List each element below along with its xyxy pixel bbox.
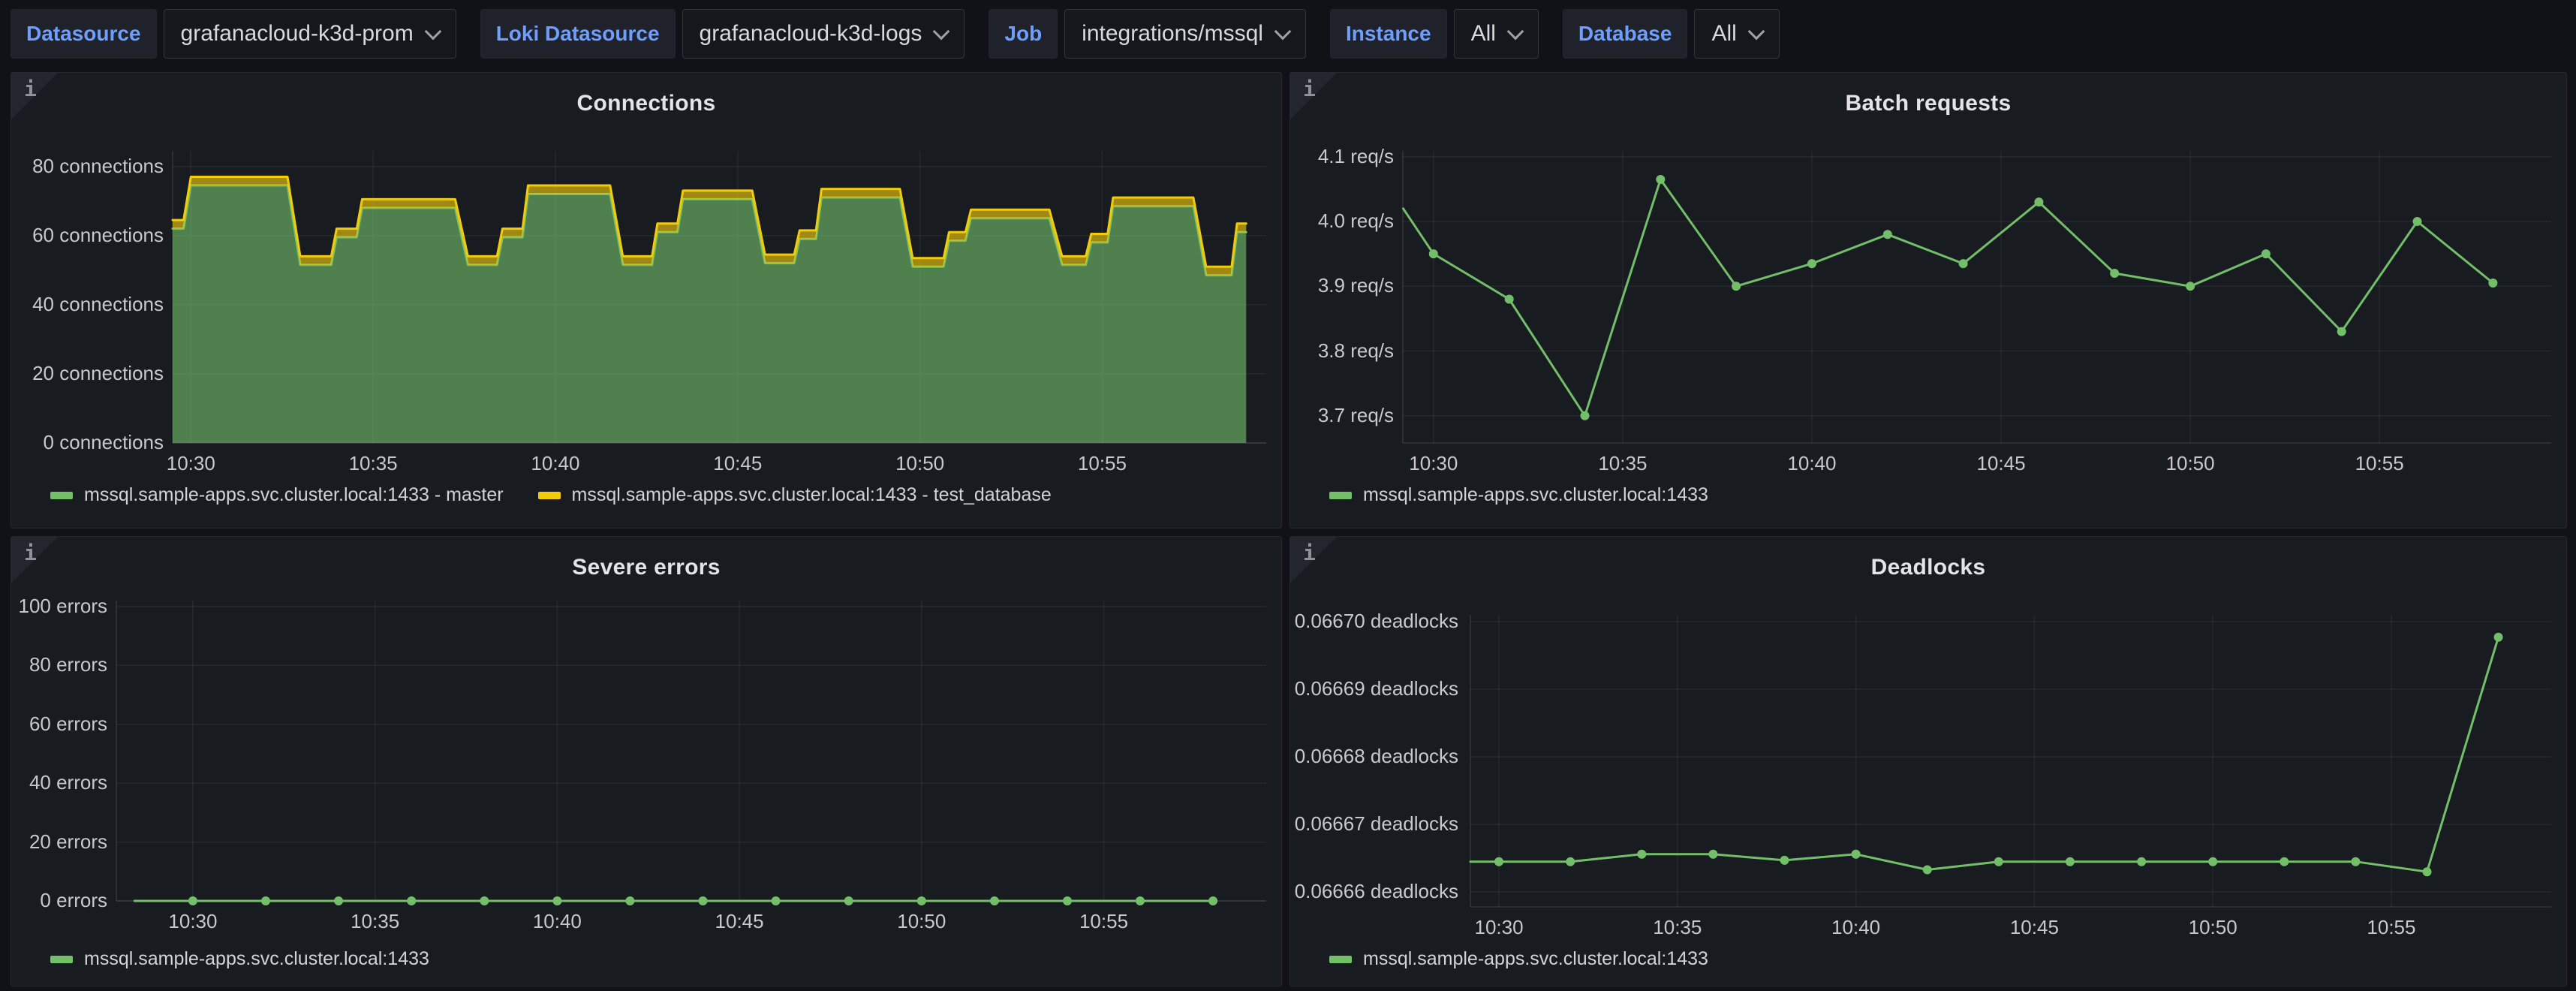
- x-axis-tick-label: 10:50: [2188, 916, 2237, 938]
- dashboard-variables-toolbar: Datasource grafanacloud-k3d-prom Loki Da…: [11, 9, 1780, 59]
- y-axis-tick-label: 20 errors: [29, 830, 107, 853]
- x-axis-tick-label: 10:30: [168, 910, 218, 932]
- panel-deadlocks: i Deadlocks mssql.sample-apps.svc.cluste…: [1290, 536, 2567, 986]
- x-axis-tick-label: 10:45: [2009, 916, 2059, 938]
- y-axis-tick-label: 4.1 req/s: [1317, 144, 1394, 167]
- y-axis-tick-label: 80 errors: [29, 653, 107, 676]
- x-axis-tick-label: 10:35: [1598, 452, 1648, 474]
- job-select[interactable]: integrations/mssql: [1064, 9, 1306, 59]
- legend-item[interactable]: mssql.sample-apps.svc.cluster.local:1433: [1329, 484, 1708, 506]
- y-axis-tick-label: 60 errors: [29, 712, 107, 735]
- x-axis-tick-label: 10:45: [715, 910, 764, 932]
- database-select[interactable]: All: [1694, 9, 1780, 59]
- legend-swatch-green: [1329, 491, 1352, 499]
- filter-group-datasource: Datasource grafanacloud-k3d-prom: [11, 9, 456, 59]
- x-axis-tick-label: 10:50: [897, 910, 946, 932]
- filter-group-job: Job integrations/mssql: [989, 9, 1306, 59]
- y-axis-tick-label: 4.0 req/s: [1317, 209, 1394, 232]
- loki-datasource-value: grafanacloud-k3d-logs: [699, 21, 922, 46]
- x-axis-tick-label: 10:50: [2165, 452, 2215, 474]
- x-axis-tick-label: 10:55: [1077, 452, 1127, 474]
- grafana-dashboard: Datasource grafanacloud-k3d-prom Loki Da…: [0, 0, 2576, 991]
- y-axis-tick-label: 0.06669 deadlocks: [1294, 676, 1458, 700]
- x-axis-tick-label: 10:40: [1831, 916, 1881, 938]
- y-axis-tick-label: 0.06668 deadlocks: [1294, 744, 1458, 767]
- x-axis-tick-label: 10:30: [166, 452, 215, 474]
- x-axis-tick-label: 10:40: [532, 910, 582, 932]
- y-axis-tick-label: 100 errors: [18, 594, 108, 617]
- legend-label: mssql.sample-apps.svc.cluster.local:1433: [1363, 948, 1708, 969]
- legend-label: mssql.sample-apps.svc.cluster.local:1433…: [571, 484, 1052, 505]
- y-axis-tick-label: 20 connections: [32, 361, 164, 384]
- y-axis-tick-label: 0 connections: [43, 430, 164, 453]
- x-axis-tick-label: 10:35: [348, 452, 398, 474]
- loki-datasource-label: Loki Datasource: [480, 9, 676, 59]
- x-axis-tick-label: 10:35: [1653, 916, 1702, 938]
- instance-value: All: [1470, 21, 1496, 46]
- y-axis-tick-label: 80 connections: [32, 154, 164, 177]
- database-value: All: [1711, 21, 1737, 46]
- instance-select[interactable]: All: [1453, 9, 1539, 59]
- y-axis-tick-label: 3.9 req/s: [1317, 274, 1394, 297]
- y-axis-tick-label: 3.8 req/s: [1317, 339, 1394, 362]
- x-axis-tick-label: 10:30: [1409, 452, 1458, 474]
- legend-label: mssql.sample-apps.svc.cluster.local:1433…: [84, 484, 504, 505]
- legend: mssql.sample-apps.svc.cluster.local:1433: [50, 948, 429, 970]
- legend-item[interactable]: mssql.sample-apps.svc.cluster.local:1433: [1329, 948, 1708, 970]
- x-axis-tick-label: 10:55: [1079, 910, 1129, 932]
- x-axis-tick-label: 10:55: [2367, 916, 2416, 938]
- chevron-down-icon: [933, 23, 950, 41]
- legend-label: mssql.sample-apps.svc.cluster.local:1433: [1363, 484, 1708, 505]
- datasource-select[interactable]: grafanacloud-k3d-prom: [163, 9, 456, 59]
- y-axis-tick-label: 3.7 req/s: [1317, 403, 1394, 426]
- x-axis-tick-label: 10:45: [713, 452, 763, 474]
- x-axis-tick-label: 10:50: [895, 452, 945, 474]
- filter-group-loki-datasource: Loki Datasource grafanacloud-k3d-logs: [480, 9, 965, 59]
- x-axis-tick-label: 10:40: [531, 452, 580, 474]
- panel-batch-requests: i Batch requests mssql.sample-apps.svc.c…: [1290, 72, 2567, 529]
- legend-swatch-green: [50, 491, 73, 499]
- legend-swatch-green: [50, 955, 73, 963]
- y-axis-tick-label: 60 connections: [32, 223, 164, 246]
- legend-label: mssql.sample-apps.svc.cluster.local:1433: [84, 948, 429, 969]
- chevron-down-icon: [1506, 23, 1524, 41]
- y-axis-tick-label: 40 connections: [32, 292, 164, 315]
- x-axis-tick-label: 10:30: [1474, 916, 1524, 938]
- legend-item[interactable]: mssql.sample-apps.svc.cluster.local:1433: [50, 948, 429, 970]
- chevron-down-icon: [1747, 23, 1765, 41]
- panel-connections: i Connections mssql.sample-apps.svc.clus…: [11, 72, 1282, 529]
- y-axis-tick-label: 0.06670 deadlocks: [1294, 609, 1458, 632]
- chevron-down-icon: [1274, 23, 1292, 41]
- panel-title[interactable]: Deadlocks: [1290, 555, 2566, 580]
- panel-title[interactable]: Batch requests: [1290, 91, 2566, 116]
- y-axis-tick-label: 0.06667 deadlocks: [1294, 812, 1458, 836]
- legend: mssql.sample-apps.svc.cluster.local:1433: [1329, 484, 1708, 506]
- job-value: integrations/mssql: [1082, 21, 1263, 46]
- panel-title[interactable]: Connections: [11, 91, 1281, 116]
- x-axis-tick-label: 10:55: [2355, 452, 2404, 474]
- filter-group-database: Database All: [1562, 9, 1780, 59]
- x-axis-tick-label: 10:40: [1787, 452, 1837, 474]
- legend: mssql.sample-apps.svc.cluster.local:1433: [1329, 948, 1708, 970]
- x-axis-tick-label: 10:35: [351, 910, 400, 932]
- datasource-value: grafanacloud-k3d-prom: [180, 21, 414, 46]
- chevron-down-icon: [424, 23, 442, 41]
- y-axis-tick-label: 0.06666 deadlocks: [1294, 880, 1458, 903]
- legend-swatch-yellow: [537, 491, 561, 499]
- y-axis-tick-label: 40 errors: [29, 771, 107, 794]
- panel-title[interactable]: Severe errors: [11, 555, 1281, 580]
- loki-datasource-select[interactable]: grafanacloud-k3d-logs: [682, 9, 965, 59]
- datasource-label: Datasource: [11, 9, 157, 59]
- y-axis-tick-label: 0 errors: [40, 888, 107, 911]
- job-label: Job: [989, 9, 1058, 59]
- legend: mssql.sample-apps.svc.cluster.local:1433…: [50, 484, 1052, 506]
- legend-item[interactable]: mssql.sample-apps.svc.cluster.local:1433…: [50, 484, 504, 506]
- legend-swatch-green: [1329, 955, 1352, 963]
- x-axis-tick-label: 10:45: [1976, 452, 2026, 474]
- instance-label: Instance: [1329, 9, 1447, 59]
- legend-item[interactable]: mssql.sample-apps.svc.cluster.local:1433…: [537, 484, 1052, 506]
- database-label: Database: [1562, 9, 1688, 59]
- panel-severe-errors: i Severe errors mssql.sample-apps.svc.cl…: [11, 536, 1282, 986]
- filter-group-instance: Instance All: [1329, 9, 1539, 59]
